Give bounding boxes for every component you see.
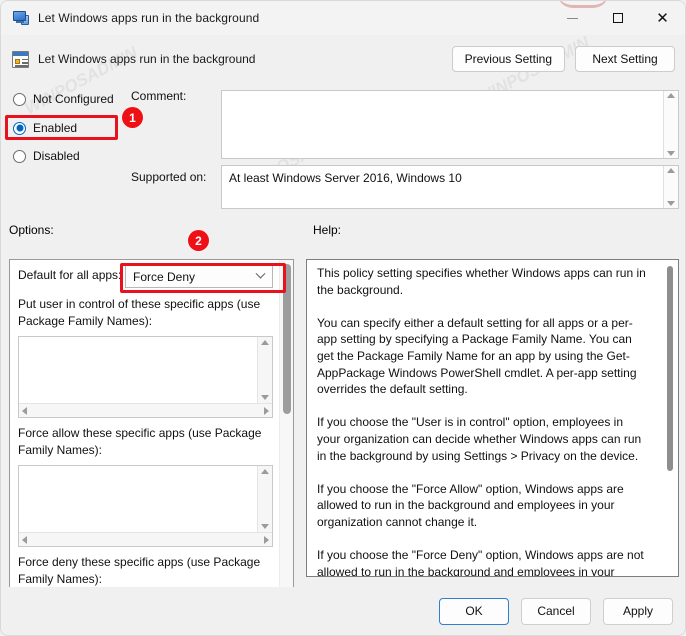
- default-for-all-apps-dropdown[interactable]: Force Deny: [125, 265, 273, 288]
- supported-on-scrollbar[interactable]: [663, 166, 678, 208]
- comment-input[interactable]: [222, 91, 663, 158]
- supported-on-field: At least Windows Server 2016, Windows 10: [221, 165, 679, 209]
- setting-title: Let Windows apps run in the background: [38, 52, 256, 66]
- scroll-left-icon[interactable]: [22, 406, 27, 415]
- scroll-right-icon[interactable]: [264, 535, 269, 544]
- annotation-badge-2: 2: [188, 230, 209, 251]
- help-text: This policy setting specifies whether Wi…: [317, 266, 646, 577]
- scroll-up-icon[interactable]: [261, 340, 269, 345]
- radio-not-configured[interactable]: Not Configured: [13, 92, 114, 106]
- user-control-label: Put user in control of these specific ap…: [18, 297, 261, 328]
- default-for-all-apps-value: Force Deny: [133, 269, 196, 284]
- radio-label: Enabled: [33, 121, 78, 135]
- supported-on-value: At least Windows Server 2016, Windows 10: [229, 171, 462, 185]
- radio-icon-selected: [13, 121, 26, 135]
- force-allow-label: Force allow these specific apps (use Pac…: [18, 426, 262, 457]
- help-scrollbar[interactable]: [662, 260, 678, 576]
- scroll-down-icon[interactable]: [667, 151, 675, 156]
- user-control-listbox[interactable]: [18, 336, 273, 418]
- policy-setting-icon: [12, 50, 29, 68]
- window-title: Let Windows apps run in the background: [38, 11, 260, 25]
- help-panel: This policy setting specifies whether Wi…: [306, 259, 679, 577]
- supported-on-label: Supported on:: [131, 170, 207, 184]
- scroll-up-icon[interactable]: [667, 93, 675, 98]
- chevron-down-icon: [255, 268, 266, 279]
- close-icon: ✕: [656, 9, 669, 27]
- scroll-down-icon[interactable]: [261, 395, 269, 400]
- radio-label: Not Configured: [33, 92, 114, 106]
- scroll-right-icon[interactable]: [264, 406, 269, 415]
- annotation-badge-1: 1: [122, 107, 143, 128]
- previous-setting-button[interactable]: Previous Setting: [451, 46, 565, 72]
- options-panel-scrollbar[interactable]: [279, 260, 293, 588]
- radio-disabled[interactable]: Disabled: [13, 149, 80, 163]
- navigation-buttons: Previous Setting Next Setting: [451, 46, 675, 72]
- setting-header: Let Windows apps run in the background P…: [1, 35, 685, 83]
- scroll-down-icon[interactable]: [667, 201, 675, 206]
- options-content: Default for all apps: Force Deny Put use…: [10, 260, 280, 588]
- scroll-left-icon[interactable]: [22, 535, 27, 544]
- title-bar: Let Windows apps run in the background ✕: [1, 1, 685, 35]
- help-label: Help:: [313, 223, 342, 237]
- listbox-vscrollbar[interactable]: [257, 466, 272, 532]
- scroll-down-icon[interactable]: [261, 524, 269, 529]
- options-label: Options:: [9, 223, 54, 237]
- comment-scrollbar[interactable]: [663, 91, 678, 158]
- scrollbar-thumb[interactable]: [283, 264, 291, 414]
- force-allow-listbox[interactable]: [18, 465, 273, 547]
- ok-button[interactable]: OK: [439, 597, 509, 625]
- default-for-all-apps-label: Default for all apps:: [18, 268, 122, 282]
- group-policy-setting-dialog: WINPOSADMIN WINPOSADMIN WINPOSADMIN WINP…: [0, 0, 686, 636]
- apply-button[interactable]: Apply: [603, 597, 673, 625]
- radio-label: Disabled: [33, 149, 80, 163]
- listbox-hscrollbar[interactable]: [19, 403, 272, 417]
- scrollbar-thumb[interactable]: [667, 266, 673, 471]
- close-button[interactable]: ✕: [640, 1, 685, 35]
- options-panel: Default for all apps: Force Deny Put use…: [9, 259, 294, 589]
- scroll-up-icon[interactable]: [667, 168, 675, 173]
- listbox-hscrollbar[interactable]: [19, 532, 272, 546]
- window-computer-icon: [13, 10, 29, 26]
- radio-icon: [13, 149, 26, 163]
- radio-icon: [13, 92, 26, 106]
- radio-enabled[interactable]: Enabled: [13, 121, 77, 135]
- force-deny-label: Force deny these specific apps (use Pack…: [18, 555, 261, 586]
- next-setting-button[interactable]: Next Setting: [575, 46, 675, 72]
- listbox-vscrollbar[interactable]: [257, 337, 272, 403]
- scroll-up-icon[interactable]: [261, 469, 269, 474]
- comment-field[interactable]: [221, 90, 679, 159]
- maximize-button[interactable]: [595, 1, 640, 35]
- dialog-footer: OK Cancel Apply: [1, 587, 685, 635]
- cancel-button[interactable]: Cancel: [521, 597, 591, 625]
- comment-label: Comment:: [131, 89, 187, 103]
